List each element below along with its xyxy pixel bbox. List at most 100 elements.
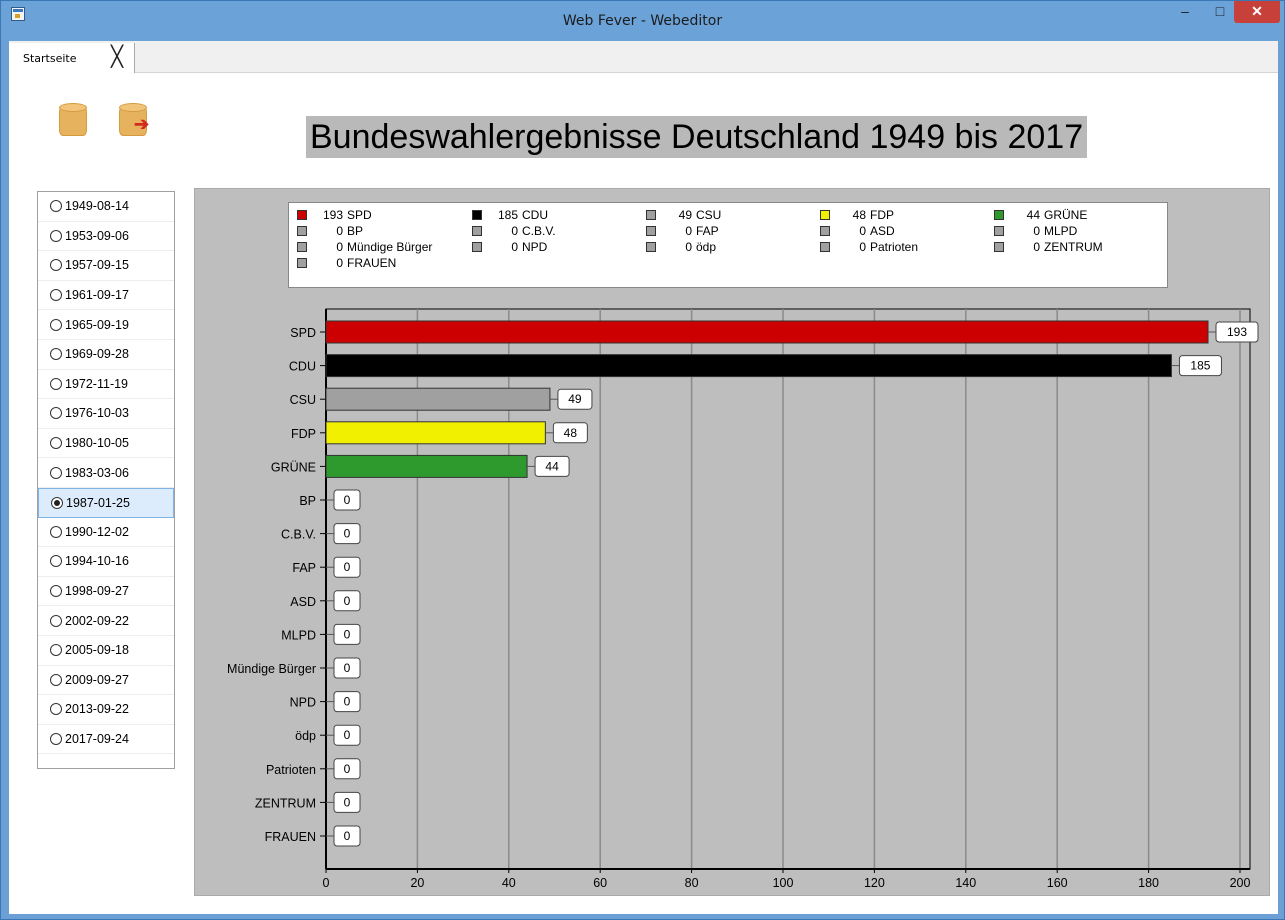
bar — [325, 454, 528, 478]
bar-chart: 0 20 40 60 80 100 120 140 160 180 200 SPD 193 CDU 185 C… — [227, 308, 1259, 890]
value-label: 0 — [344, 627, 351, 641]
date-radio-item[interactable]: 1987-01-25 — [38, 487, 174, 518]
date-radio-item[interactable]: 2009-09-27 — [38, 666, 174, 696]
value-label: 0 — [344, 661, 351, 675]
date-label: 2017-09-24 — [65, 731, 129, 746]
radio-icon[interactable] — [50, 348, 62, 361]
date-radio-item[interactable]: 1957-09-15 — [38, 251, 174, 281]
legend-swatch — [820, 210, 830, 220]
legend-swatch — [297, 210, 307, 220]
close-button[interactable]: ✕ — [1234, 1, 1280, 23]
category-label: FRAUEN — [265, 830, 316, 844]
category-label: ZENTRUM — [255, 796, 316, 810]
legend-name: FDP — [870, 208, 894, 222]
value-label: 0 — [344, 762, 351, 776]
radio-icon[interactable] — [50, 614, 62, 627]
radio-icon[interactable] — [50, 732, 62, 745]
date-radio-item[interactable]: 1976-10-03 — [38, 399, 174, 429]
radio-selected-icon[interactable] — [51, 496, 63, 509]
date-radio-item[interactable]: 1990-12-02 — [38, 518, 174, 548]
date-radio-item[interactable]: 1994-10-16 — [38, 547, 174, 577]
radio-icon[interactable] — [50, 407, 62, 420]
radio-icon[interactable] — [50, 525, 62, 538]
date-radio-item[interactable]: 1961-09-17 — [38, 281, 174, 311]
radio-icon[interactable] — [50, 259, 62, 272]
radio-icon[interactable] — [50, 673, 62, 686]
radio-icon[interactable] — [50, 555, 62, 568]
date-radio-item[interactable]: 1969-09-28 — [38, 340, 174, 370]
category-label: GRÜNE — [271, 460, 316, 474]
legend-name: C.B.V. — [522, 224, 556, 238]
radio-icon[interactable] — [50, 200, 62, 213]
value-label: 193 — [1227, 325, 1247, 339]
date-radio-item[interactable]: 1949-08-14 — [38, 192, 174, 222]
category-label: ödp — [295, 729, 316, 743]
radio-icon[interactable] — [50, 644, 62, 657]
legend-value: 185 — [497, 208, 518, 222]
database-icon-top — [59, 103, 87, 112]
radio-icon[interactable] — [50, 437, 62, 450]
date-radio-item[interactable]: 1953-09-06 — [38, 222, 174, 252]
legend-item: 185 CDU — [472, 208, 548, 222]
date-label: 1957-09-15 — [65, 258, 129, 273]
legend-item: 0 C.B.V. — [472, 224, 556, 238]
title-bar[interactable]: Web Fever - Webeditor – □ ✕ — [1, 1, 1284, 41]
x-tick-label: 100 — [773, 876, 794, 890]
date-label: 2002-09-22 — [65, 613, 129, 628]
legend-swatch — [472, 226, 482, 236]
value-label: 48 — [564, 426, 578, 440]
legend-name: Mündige Bürger — [347, 240, 433, 254]
radio-icon[interactable] — [50, 289, 62, 302]
date-label: 1987-01-25 — [66, 495, 130, 510]
legend-item: 0 BP — [297, 224, 363, 238]
minimize-button[interactable]: – — [1171, 1, 1199, 23]
date-radio-item[interactable]: 1983-03-06 — [38, 458, 174, 488]
tab-close-icon[interactable]: ╳ — [111, 46, 123, 66]
maximize-button[interactable]: □ — [1206, 1, 1234, 23]
x-tick-label: 140 — [955, 876, 976, 890]
legend-item: 44 GRÜNE — [994, 208, 1087, 222]
date-radio-item[interactable]: 2013-09-22 — [38, 695, 174, 725]
date-label: 1990-12-02 — [65, 524, 129, 539]
radio-icon[interactable] — [50, 703, 62, 716]
legend-name: GRÜNE — [1044, 208, 1088, 222]
legend-item: 49 CSU — [646, 208, 721, 222]
database-icon[interactable] — [56, 101, 94, 141]
radio-icon[interactable] — [50, 229, 62, 242]
legend-value: 0 — [336, 224, 343, 238]
date-radio-item[interactable]: 1972-11-19 — [38, 370, 174, 400]
date-radio-item[interactable]: 1980-10-05 — [38, 429, 174, 459]
date-radio-item[interactable]: 2005-09-18 — [38, 636, 174, 666]
radio-icon[interactable] — [50, 318, 62, 331]
radio-icon[interactable] — [50, 585, 62, 598]
date-radio-item[interactable]: 2017-09-24 — [38, 725, 174, 755]
date-label: 1953-09-06 — [65, 228, 129, 243]
legend-name: CSU — [696, 208, 722, 222]
legend-name: FAP — [696, 224, 719, 238]
date-radio-item[interactable]: 2002-09-22 — [38, 606, 174, 636]
x-tick-label: 160 — [1047, 876, 1068, 890]
bar — [325, 387, 551, 411]
radio-icon[interactable] — [50, 377, 62, 390]
date-label: 2005-09-18 — [65, 643, 129, 658]
legend-item: 0 Patrioten — [820, 240, 918, 254]
election-date-list: 1949-08-14 1953-09-06 1957-09-15 1961-09-17… — [37, 191, 175, 769]
tab-label: Startseite — [23, 52, 77, 65]
tab-startseite[interactable]: Startseite ╳ — [9, 43, 135, 73]
date-radio-item[interactable]: 1965-09-19 — [38, 310, 174, 340]
legend-value: 0 — [336, 256, 343, 270]
page-title: Bundeswahlergebnisse Deutschland 1949 bi… — [306, 116, 1088, 158]
category-label: CSU — [290, 393, 316, 407]
legend-swatch — [820, 226, 830, 236]
legend-swatch — [994, 242, 1004, 252]
legend-value: 0 — [511, 224, 518, 238]
legend-item: 0 ödp — [646, 240, 716, 254]
database-export-icon[interactable]: ➔ — [116, 101, 154, 141]
legend-swatch — [646, 210, 656, 220]
legend-name: ASD — [870, 224, 895, 238]
category-label: SPD — [290, 326, 316, 340]
date-radio-item[interactable]: 1998-09-27 — [38, 577, 174, 607]
legend-swatch — [472, 242, 482, 252]
category-label: Mündige Bürger — [227, 662, 316, 676]
radio-icon[interactable] — [50, 466, 62, 479]
